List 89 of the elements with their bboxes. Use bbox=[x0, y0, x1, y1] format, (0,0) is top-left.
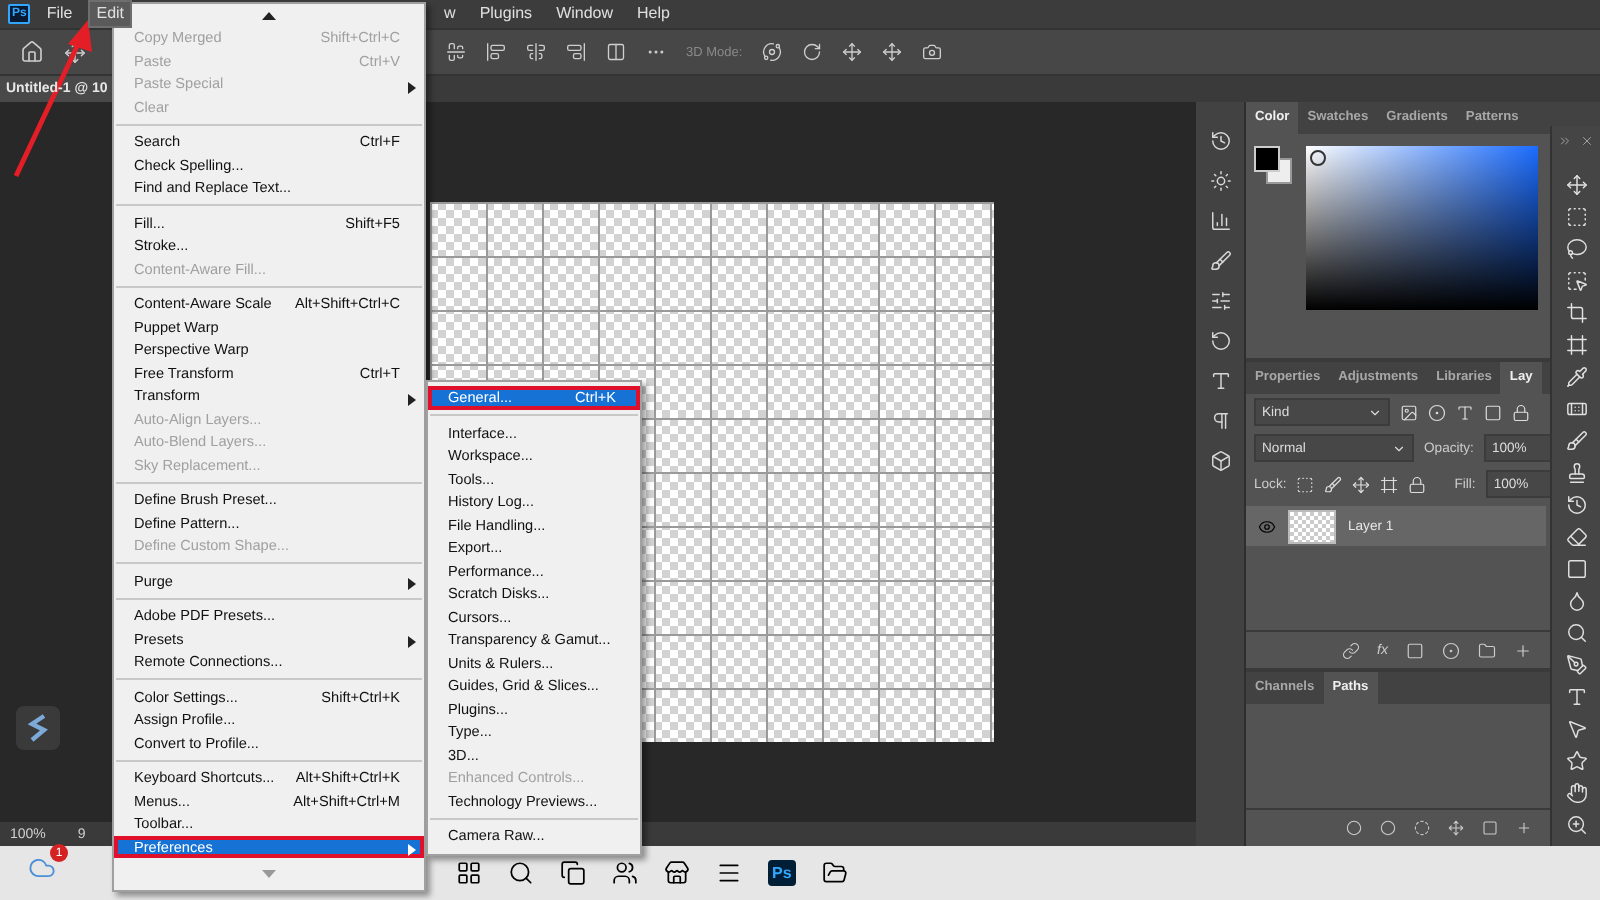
photoshop-taskbar-icon[interactable]: Ps bbox=[768, 860, 796, 886]
submenu-arrow-icon bbox=[408, 81, 416, 93]
type-filter-icon[interactable] bbox=[1456, 403, 1474, 421]
align-middle-icon[interactable] bbox=[526, 42, 546, 62]
camera-icon[interactable] bbox=[922, 42, 943, 62]
menu-title[interactable]: File bbox=[38, 0, 81, 28]
stroke-path-icon[interactable] bbox=[1380, 820, 1396, 836]
stamp-icon[interactable] bbox=[1565, 462, 1587, 484]
mask-icon[interactable] bbox=[1406, 641, 1424, 659]
paragraph-icon[interactable] bbox=[1209, 410, 1231, 432]
lock-artboard-icon[interactable] bbox=[1380, 475, 1399, 493]
pointer-icon[interactable] bbox=[1565, 718, 1587, 740]
search-icon[interactable] bbox=[508, 860, 534, 886]
eye-icon[interactable] bbox=[1258, 517, 1276, 535]
lock-filter-icon[interactable] bbox=[1512, 403, 1530, 421]
slide-icon[interactable] bbox=[882, 42, 903, 62]
store-icon[interactable] bbox=[664, 860, 690, 886]
new-path-icon[interactable] bbox=[1516, 820, 1532, 836]
fill-path-icon[interactable] bbox=[1346, 820, 1362, 836]
frame-icon[interactable] bbox=[1565, 334, 1587, 356]
chat-icon[interactable] bbox=[612, 860, 638, 886]
image-filter-icon[interactable] bbox=[1400, 403, 1418, 421]
new-layer-icon[interactable] bbox=[1514, 641, 1532, 659]
pen-icon[interactable] bbox=[1565, 654, 1587, 676]
droplet-icon[interactable] bbox=[1565, 590, 1587, 612]
hand-icon[interactable] bbox=[1565, 782, 1587, 804]
scroll-up-icon[interactable] bbox=[262, 11, 276, 19]
marquee-icon[interactable] bbox=[1565, 206, 1587, 228]
adjustment-icon[interactable] bbox=[1442, 641, 1460, 659]
menu-title[interactable]: Edit bbox=[88, 0, 133, 28]
menu-title[interactable]: Help bbox=[629, 0, 678, 28]
task-view-icon[interactable] bbox=[560, 860, 586, 886]
sun-icon[interactable] bbox=[1209, 170, 1231, 192]
mask-icon[interactable] bbox=[1482, 820, 1498, 836]
bandage-icon[interactable] bbox=[1565, 398, 1587, 420]
submenu-arrow-icon bbox=[408, 636, 416, 648]
menu-title[interactable]: Plugins bbox=[471, 0, 541, 28]
color-swatches[interactable] bbox=[1254, 146, 1294, 186]
app-icon[interactable] bbox=[716, 860, 742, 886]
menu-title[interactable]: Window bbox=[548, 0, 622, 28]
align-bottom-icon[interactable] bbox=[566, 42, 586, 62]
brush-icon[interactable] bbox=[1565, 430, 1587, 452]
chevron-down-icon bbox=[1368, 405, 1382, 419]
orbit-icon[interactable] bbox=[762, 42, 783, 62]
type-icon[interactable] bbox=[1565, 686, 1587, 708]
start-icon[interactable] bbox=[456, 860, 482, 886]
brush-icon[interactable] bbox=[1209, 250, 1231, 272]
layer-thumbnail bbox=[1288, 509, 1336, 543]
history-brush-icon[interactable] bbox=[1565, 494, 1587, 516]
crop-icon[interactable] bbox=[1565, 302, 1587, 324]
submenu-arrow-icon bbox=[408, 844, 416, 856]
close-icon[interactable] bbox=[1580, 134, 1594, 148]
lasso-icon[interactable] bbox=[1565, 238, 1587, 260]
chevron-down-icon bbox=[1392, 441, 1406, 455]
menu-title[interactable]: w bbox=[436, 0, 464, 28]
object-select-icon[interactable] bbox=[1565, 270, 1587, 292]
sliders-icon[interactable] bbox=[1209, 290, 1231, 312]
app-badge-icon[interactable] bbox=[16, 706, 60, 750]
move-icon[interactable] bbox=[1565, 174, 1587, 196]
distribute-icon[interactable] bbox=[606, 42, 626, 62]
submenu-arrow-icon bbox=[408, 393, 416, 405]
lock-position-icon[interactable] bbox=[1352, 475, 1371, 493]
folder-icon[interactable] bbox=[821, 860, 848, 886]
character-icon[interactable] bbox=[1209, 370, 1231, 392]
shape-icon[interactable] bbox=[1565, 750, 1587, 772]
rotate-icon[interactable] bbox=[802, 42, 823, 62]
lock-pixels-icon[interactable] bbox=[1296, 475, 1315, 493]
rotate-icon[interactable] bbox=[1209, 330, 1231, 352]
cube-icon[interactable] bbox=[1209, 450, 1231, 472]
dodge-icon[interactable] bbox=[1565, 622, 1587, 644]
adjustment-filter-icon[interactable] bbox=[1428, 403, 1446, 421]
lock-icon[interactable] bbox=[1408, 475, 1427, 493]
zoom-icon[interactable] bbox=[1565, 814, 1587, 836]
gradient-icon[interactable] bbox=[1565, 558, 1587, 580]
align-top-icon[interactable] bbox=[486, 42, 506, 62]
drag-icon[interactable] bbox=[842, 42, 863, 62]
work-path-icon[interactable] bbox=[1448, 820, 1464, 836]
submenu-arrow-icon bbox=[408, 578, 416, 590]
lock-paint-icon[interactable] bbox=[1324, 475, 1343, 493]
align-icon[interactable] bbox=[446, 42, 466, 62]
eraser-icon[interactable] bbox=[1565, 526, 1587, 548]
cloud-icon[interactable] bbox=[28, 854, 56, 882]
home-icon[interactable] bbox=[20, 40, 44, 64]
histogram-icon[interactable] bbox=[1209, 210, 1231, 232]
color-picker[interactable] bbox=[1306, 146, 1538, 310]
history-icon[interactable] bbox=[1209, 130, 1231, 152]
link-icon[interactable] bbox=[1341, 641, 1360, 659]
shape-filter-icon[interactable] bbox=[1484, 403, 1502, 421]
eyedropper-icon[interactable] bbox=[1565, 366, 1587, 388]
